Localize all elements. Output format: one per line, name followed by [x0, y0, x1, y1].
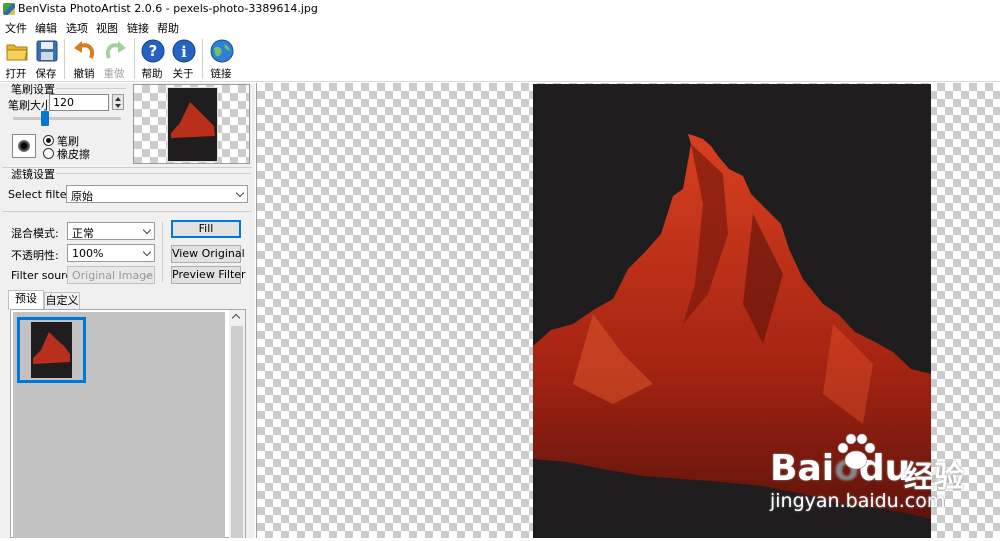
app-icon	[3, 3, 15, 15]
chevron-down-icon	[142, 225, 152, 235]
preset-image	[31, 322, 72, 378]
brush-mode-radio[interactable]	[43, 135, 54, 146]
paw-icon	[837, 433, 876, 470]
scrollbar-thumb[interactable]	[231, 326, 243, 538]
eraser-mode-radio[interactable]	[43, 148, 54, 159]
preset-thumbnail[interactable]	[17, 317, 86, 383]
redo-label: 重做	[103, 68, 125, 80]
navigator-thumbnail[interactable]	[133, 84, 250, 164]
svg-text:?: ?	[149, 42, 158, 60]
vertical-divider	[162, 222, 163, 282]
menu-link[interactable]: 链接	[127, 20, 149, 36]
globe-icon	[210, 39, 234, 63]
opacity-value: 100%	[72, 247, 104, 260]
help-icon: ?	[141, 39, 165, 63]
menu-view[interactable]: 视图	[96, 20, 118, 36]
watermark-brand-text: Bai	[770, 448, 835, 489]
preset-list	[10, 309, 246, 538]
scroll-up-icon[interactable]	[231, 313, 241, 323]
opacity-dropdown[interactable]: 100%	[67, 244, 155, 262]
fill-button[interactable]: Fill	[171, 220, 241, 238]
navigator-viewport[interactable]	[167, 87, 218, 162]
info-icon: i	[172, 39, 196, 63]
opacity-label: 不透明性:	[11, 249, 59, 262]
save-label: 保存	[35, 68, 57, 80]
select-filter-value: 原始	[71, 190, 93, 203]
about-label: 关于	[172, 68, 194, 80]
redo-button[interactable]: 重做	[99, 37, 129, 81]
menu-options[interactable]: 选项	[66, 20, 88, 36]
slider-thumb[interactable]	[41, 111, 50, 126]
group-divider	[56, 88, 126, 89]
svg-text:i: i	[181, 43, 187, 61]
undo-icon	[74, 41, 94, 59]
group-divider	[56, 173, 251, 174]
preset-scrollbar[interactable]	[229, 310, 245, 538]
select-filter-dropdown[interactable]: 原始	[66, 185, 248, 203]
preview-filter-button[interactable]: Preview Filter	[171, 266, 246, 284]
mountain-thumbnail-icon	[171, 102, 215, 138]
menu-bar: 文件 编辑 选项 视图 链接 帮助	[0, 19, 1000, 35]
watermark-url: jingyan.baidu.com	[770, 490, 946, 512]
menu-edit[interactable]: 编辑	[35, 20, 57, 36]
link-label: 链接	[210, 68, 232, 80]
spin-down-icon	[115, 104, 121, 108]
window-title: BenVista PhotoArtist 2.0.6 - pexels-phot…	[18, 2, 318, 15]
about-button[interactable]: i 关于	[168, 37, 198, 81]
save-button[interactable]: 保存	[31, 37, 61, 81]
select-filter-label: Select filter:	[8, 188, 75, 201]
menu-file[interactable]: 文件	[5, 20, 27, 36]
blend-mode-value: 正常	[72, 227, 94, 240]
spin-up-icon	[115, 97, 121, 101]
folder-icon	[6, 44, 28, 61]
blend-mode-dropdown[interactable]: 正常	[67, 222, 155, 240]
mountain-thumbnail-icon	[33, 332, 70, 364]
filter-group-title: 滤镜设置	[11, 168, 55, 181]
group-divider	[2, 211, 252, 212]
baidu-watermark: Baiodu 经验 jingyan.baidu.com	[768, 428, 988, 538]
link-button[interactable]: 链接	[206, 37, 236, 81]
filter-source-dropdown: Original Image	[67, 266, 155, 284]
tab-presets[interactable]: 预设	[8, 290, 44, 310]
toolbar: 打开 保存 撤销 重做 ? 帮助 i 关于 链接	[0, 35, 1000, 82]
brush-size-spinner[interactable]	[112, 94, 124, 110]
blend-mode-label: 混合模式:	[11, 227, 59, 240]
help-button[interactable]: ? 帮助	[137, 37, 167, 81]
chevron-down-icon	[142, 247, 152, 257]
redo-icon	[106, 41, 126, 59]
brush-preview	[12, 134, 36, 158]
tab-custom[interactable]: 自定义	[44, 292, 80, 310]
preset-grid	[13, 312, 225, 538]
view-original-button[interactable]: View Original	[171, 245, 245, 263]
brush-size-slider[interactable]	[13, 117, 121, 120]
brush-size-input[interactable]: 120	[49, 94, 109, 111]
settings-panel: 笔刷设置 笔刷大小: 120 笔刷 橡皮擦 滤镜设置 Select filter…	[0, 83, 255, 538]
floppy-icon	[36, 40, 58, 62]
menu-help[interactable]: 帮助	[157, 20, 179, 36]
filter-source-value: Original Image	[72, 269, 153, 282]
title-bar: BenVista PhotoArtist 2.0.6 - pexels-phot…	[0, 0, 1000, 19]
brush-tip-icon	[18, 140, 30, 152]
eraser-mode-label: 橡皮擦	[57, 148, 90, 161]
chevron-down-icon	[235, 188, 245, 198]
